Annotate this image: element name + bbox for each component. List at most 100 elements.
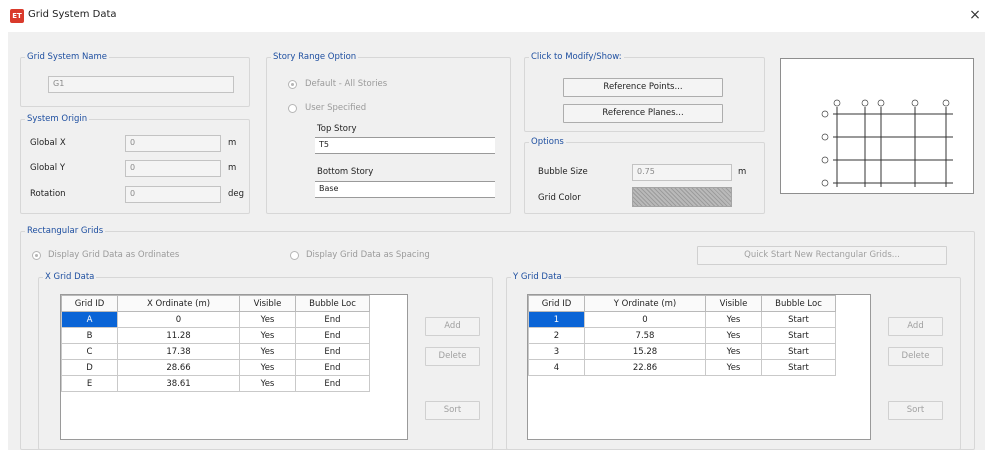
visible-cell[interactable]: Yes — [239, 375, 296, 392]
visible-cell[interactable]: Yes — [705, 311, 762, 328]
visible-cell[interactable]: Yes — [705, 343, 762, 360]
bubble-loc-cell[interactable]: Start — [761, 327, 836, 344]
grid-id-cell[interactable]: C — [61, 343, 118, 360]
display-spacing-radio[interactable] — [290, 251, 299, 260]
table-row[interactable]: E 38.61 Yes End — [61, 375, 370, 392]
ordinate-cell[interactable]: 7.58 — [584, 327, 706, 344]
x-grid-table: Grid ID X Ordinate (m) Visible Bubble Lo… — [61, 295, 370, 392]
grid-color-label: Grid Color — [538, 193, 581, 203]
table-row[interactable]: 2 7.58 Yes Start — [528, 327, 836, 344]
close-icon[interactable]: × — [967, 7, 983, 23]
bubble-loc-cell[interactable]: Start — [761, 359, 836, 376]
x-grid-delete-button[interactable]: Delete — [425, 347, 480, 366]
bottom-story-label: Bottom Story — [317, 167, 374, 177]
visible-cell[interactable]: Yes — [239, 359, 296, 376]
ordinate-cell[interactable]: 0 — [117, 311, 240, 328]
x-grid-data-label: X Grid Data — [45, 272, 95, 282]
visible-cell[interactable]: Yes — [705, 359, 762, 376]
ordinate-cell[interactable]: 38.61 — [117, 375, 240, 392]
bubble-size-unit: m — [738, 167, 747, 177]
grid-id-cell[interactable]: B — [61, 327, 118, 344]
grid-id-cell[interactable]: 1 — [528, 311, 585, 328]
grid-id-cell[interactable]: D — [61, 359, 118, 376]
grid-color-swatch[interactable] — [632, 187, 732, 207]
bubble-loc-cell[interactable]: Start — [761, 343, 836, 360]
bubble-loc-cell[interactable]: End — [295, 375, 370, 392]
y-grid-delete-button[interactable]: Delete — [888, 347, 943, 366]
display-spacing-label: Display Grid Data as Spacing — [306, 250, 430, 260]
ordinate-cell[interactable]: 22.86 — [584, 359, 706, 376]
ordinate-cell[interactable]: 28.66 — [117, 359, 240, 376]
y-grid-header-bubble[interactable]: Bubble Loc — [761, 295, 836, 312]
bubble-loc-cell[interactable]: End — [295, 327, 370, 344]
x-grid-header-visible[interactable]: Visible — [239, 295, 296, 312]
x-grid-add-button[interactable]: Add — [425, 317, 480, 336]
title-bar: ET Grid System Data × — [0, 0, 993, 32]
user-specified-radio[interactable] — [288, 104, 297, 113]
global-x-field[interactable]: 0 — [125, 135, 221, 152]
y-grid-sort-button[interactable]: Sort — [888, 401, 943, 420]
rotation-unit: deg — [228, 189, 245, 199]
table-row[interactable]: C 17.38 Yes End — [61, 343, 370, 360]
global-y-unit: m — [228, 163, 237, 173]
user-specified-label: User Specified — [305, 103, 367, 113]
display-ordinates-radio[interactable] — [32, 251, 41, 260]
x-grid-header-id[interactable]: Grid ID — [61, 295, 118, 312]
bottom-story-field[interactable]: Base — [315, 181, 495, 198]
grid-id-cell[interactable]: E — [61, 375, 118, 392]
y-grid-add-button[interactable]: Add — [888, 317, 943, 336]
y-grid-table-area[interactable]: Grid ID Y Ordinate (m) Visible Bubble Lo… — [527, 294, 871, 440]
top-story-field[interactable]: T5 — [315, 137, 495, 154]
grid-id-cell[interactable]: 2 — [528, 327, 585, 344]
ordinate-cell[interactable]: 0 — [584, 311, 706, 328]
default-all-stories-label: Default - All Stories — [305, 79, 388, 89]
app-logo-icon: ET — [10, 9, 24, 23]
grid-preview-drawing — [821, 99, 953, 187]
dialog-body: Grid System Name G1 System Origin Global… — [8, 32, 985, 450]
x-grid-header-ordinate[interactable]: X Ordinate (m) — [117, 295, 240, 312]
bubble-loc-cell[interactable]: Start — [761, 311, 836, 328]
table-row[interactable]: 1 0 Yes Start — [528, 311, 836, 328]
grid-system-name-field[interactable]: G1 — [48, 76, 234, 93]
reference-planes-button[interactable]: Reference Planes... — [563, 104, 723, 123]
y-grid-data-label: Y Grid Data — [513, 272, 562, 282]
x-grid-header-bubble[interactable]: Bubble Loc — [295, 295, 370, 312]
grid-id-cell[interactable]: 3 — [528, 343, 585, 360]
rectangular-grids-label: Rectangular Grids — [27, 226, 104, 236]
quick-start-button[interactable]: Quick Start New Rectangular Grids... — [697, 246, 947, 265]
visible-cell[interactable]: Yes — [239, 327, 296, 344]
y-grid-header-visible[interactable]: Visible — [705, 295, 762, 312]
y-grid-header-ordinate[interactable]: Y Ordinate (m) — [584, 295, 706, 312]
table-row[interactable]: D 28.66 Yes End — [61, 359, 370, 376]
default-all-stories-radio[interactable] — [288, 80, 297, 89]
grid-id-cell[interactable]: 4 — [528, 359, 585, 376]
table-row[interactable]: B 11.28 Yes End — [61, 327, 370, 344]
bubble-size-field[interactable]: 0.75 — [632, 164, 732, 181]
bubble-loc-cell[interactable]: End — [295, 311, 370, 328]
x-grid-sort-button[interactable]: Sort — [425, 401, 480, 420]
grid-system-name-label: Grid System Name — [27, 52, 108, 62]
ordinate-cell[interactable]: 11.28 — [117, 327, 240, 344]
ordinate-cell[interactable]: 17.38 — [117, 343, 240, 360]
reference-points-button[interactable]: Reference Points... — [563, 78, 723, 97]
display-ordinates-label: Display Grid Data as Ordinates — [48, 250, 180, 260]
grid-id-cell[interactable]: A — [61, 311, 118, 328]
ordinate-cell[interactable]: 15.28 — [584, 343, 706, 360]
y-grid-header-id[interactable]: Grid ID — [528, 295, 585, 312]
options-label: Options — [531, 137, 564, 147]
global-y-field[interactable]: 0 — [125, 160, 221, 177]
global-x-label: Global X — [30, 138, 66, 148]
visible-cell[interactable]: Yes — [239, 311, 296, 328]
table-row[interactable]: 4 22.86 Yes Start — [528, 359, 836, 376]
window-title: Grid System Data — [28, 9, 117, 20]
bubble-loc-cell[interactable]: End — [295, 343, 370, 360]
story-range-label: Story Range Option — [273, 52, 357, 62]
x-grid-table-area[interactable]: Grid ID X Ordinate (m) Visible Bubble Lo… — [60, 294, 408, 440]
bubble-loc-cell[interactable]: End — [295, 359, 370, 376]
visible-cell[interactable]: Yes — [705, 327, 762, 344]
visible-cell[interactable]: Yes — [239, 343, 296, 360]
table-row[interactable]: A 0 Yes End — [61, 311, 370, 328]
global-x-unit: m — [228, 138, 237, 148]
rotation-field[interactable]: 0 — [125, 186, 221, 203]
table-row[interactable]: 3 15.28 Yes Start — [528, 343, 836, 360]
